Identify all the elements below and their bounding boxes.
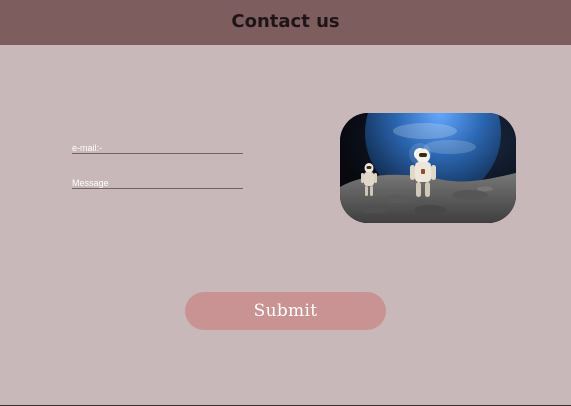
email-field[interactable]: e-mail:- [72, 139, 243, 154]
moon-astronaut-image [340, 113, 516, 223]
astronaut-scene-image [340, 113, 516, 223]
message-label: Message [72, 178, 109, 188]
message-field[interactable]: Message [72, 174, 243, 189]
submit-label: Submit [253, 301, 318, 321]
page-header: Contact us [0, 0, 571, 45]
submit-button[interactable]: Submit [185, 292, 386, 330]
page-title: Contact us [231, 11, 340, 32]
email-label: e-mail:- [72, 143, 103, 153]
